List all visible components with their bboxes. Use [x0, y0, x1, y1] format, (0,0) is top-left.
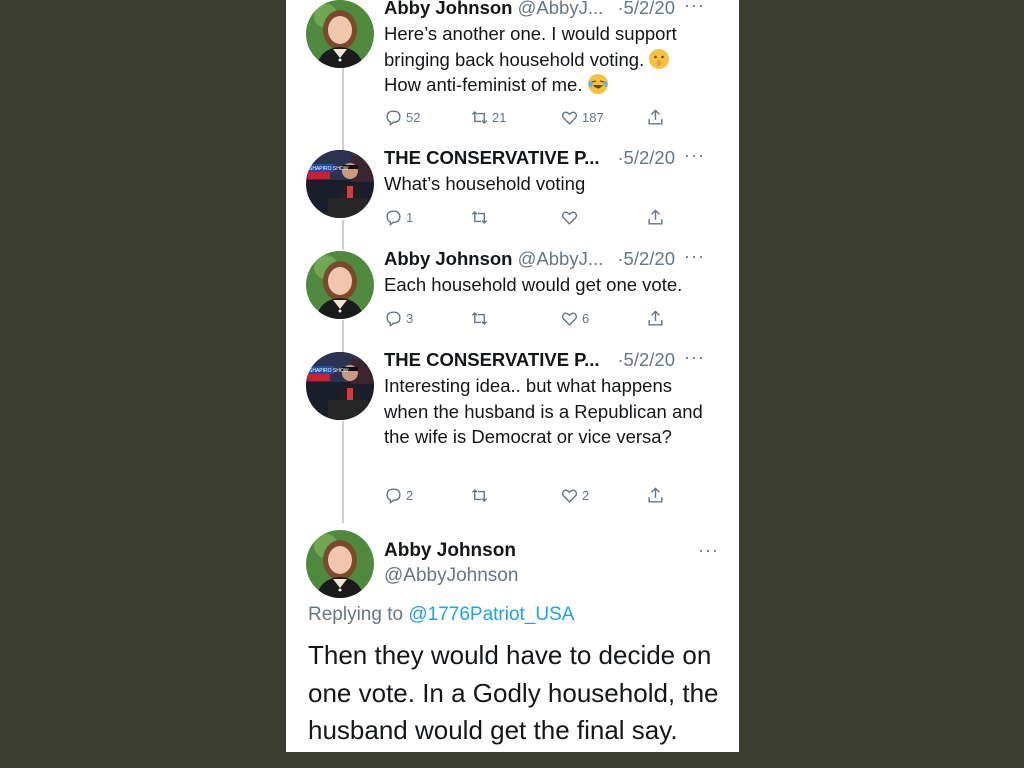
tweet-actions: 3 6	[384, 307, 674, 329]
tweet-date[interactable]: ·5/2/20	[617, 349, 675, 371]
reply-button[interactable]: 52	[384, 106, 420, 128]
share-button[interactable]	[646, 484, 668, 506]
retweet-count: 21	[492, 109, 507, 125]
tweet[interactable]: SHAPIRO SHOW THE CONSERVATIVE P... ·5/2/…	[286, 347, 739, 512]
author-name[interactable]: Abby Johnson	[384, 540, 516, 562]
tweet-text: Here’s another one. I would support brin…	[384, 21, 719, 98]
heart-icon	[561, 311, 578, 326]
like-count: 2	[582, 487, 590, 503]
main-tweet-text: Then they would have to decide on one vo…	[308, 640, 719, 745]
avatar[interactable]: SHAPIRO SHOW	[306, 352, 374, 420]
retweet-icon	[471, 210, 488, 224]
share-icon	[648, 208, 663, 225]
tweet[interactable]: SHAPIRO SHOW THE CONSERVATIVE P... ·5/2/…	[286, 145, 739, 240]
reply-icon	[386, 109, 401, 126]
avatar[interactable]	[306, 530, 374, 598]
avatar[interactable]	[306, 0, 374, 68]
tweet-text: What’s household voting	[384, 173, 586, 194]
reply-button[interactable]: 2	[384, 484, 413, 506]
author-name[interactable]: THE CONSERVATIVE P...	[384, 349, 600, 370]
reply-icon	[386, 209, 401, 226]
reply-button[interactable]: 3	[384, 307, 413, 329]
shapiro-show-avatar-icon: SHAPIRO SHOW	[306, 150, 374, 218]
tweet-actions: 1	[384, 206, 674, 228]
share-icon	[648, 309, 663, 326]
tweet-header: THE CONSERVATIVE P... ·5/2/20 ···	[384, 347, 725, 371]
tweet-actions: 2 2	[384, 484, 674, 506]
more-options-icon[interactable]: ···	[684, 145, 705, 166]
woman-portrait-avatar-icon	[306, 251, 374, 319]
reply-count: 52	[406, 109, 421, 125]
tweet-date[interactable]: ·5/2/20	[617, 147, 675, 169]
retweet-icon	[471, 110, 488, 124]
author-handle[interactable]: @AbbyJ...	[518, 248, 604, 269]
retweet-icon	[471, 311, 488, 325]
share-icon	[648, 486, 663, 503]
tweet-text: Interesting idea.. but what happens when…	[384, 375, 703, 447]
replying-label: Replying to	[308, 604, 409, 625]
share-button[interactable]	[646, 206, 668, 228]
tweet-date[interactable]: ·5/2/20	[617, 248, 675, 270]
heart-icon	[561, 110, 578, 125]
svg-text:SHAPIRO SHOW: SHAPIRO SHOW	[309, 166, 349, 172]
woman-portrait-avatar-icon	[306, 530, 374, 598]
reply-count: 1	[406, 209, 414, 225]
reply-button[interactable]: 1	[384, 206, 413, 228]
like-button[interactable]	[560, 206, 582, 228]
like-button[interactable]: 187	[560, 106, 604, 128]
heart-icon	[561, 210, 578, 225]
tweet-header: Abby Johnson @AbbyJ... ·5/2/20 ···	[384, 0, 725, 19]
author-name[interactable]: THE CONSERVATIVE P...	[384, 147, 600, 168]
retweet-button[interactable]	[470, 484, 492, 506]
heart-icon	[561, 488, 578, 503]
reply-count: 2	[406, 487, 414, 503]
avatar[interactable]	[306, 251, 374, 319]
replying-to: Replying to @1776Patriot_USA	[308, 604, 574, 626]
avatar[interactable]: SHAPIRO SHOW	[306, 150, 374, 218]
retweet-button[interactable]	[470, 307, 492, 329]
replying-to-link[interactable]: @1776Patriot_USA	[408, 604, 574, 625]
more-options-icon[interactable]: ···	[684, 0, 705, 16]
tweet-header: THE CONSERVATIVE P... ·5/2/20 ···	[384, 145, 725, 169]
tweet-text-part: How anti-feminist of me.	[384, 74, 588, 95]
reply-icon	[386, 487, 401, 504]
twitter-thread-panel: Abby Johnson @AbbyJ... ·5/2/20 ··· Here’…	[286, 0, 739, 752]
woman-portrait-avatar-icon	[306, 0, 374, 68]
tweet[interactable]: Abby Johnson @AbbyJ... ·5/2/20 ··· Here’…	[286, 0, 739, 140]
like-count: 6	[582, 310, 590, 326]
share-button[interactable]	[646, 307, 668, 329]
share-button[interactable]	[646, 106, 668, 128]
svg-text:SHAPIRO SHOW: SHAPIRO SHOW	[309, 368, 349, 374]
author-name[interactable]: Abby Johnson	[384, 248, 512, 269]
reply-count: 3	[406, 310, 414, 326]
tweet-actions: 52 21 187	[384, 106, 674, 128]
tweet-text: Each household would get one vote.	[384, 274, 683, 295]
like-count: 187	[582, 109, 604, 125]
tweet[interactable]: Abby Johnson @AbbyJ... ·5/2/20 ··· Each …	[286, 246, 739, 341]
reply-icon	[386, 310, 401, 327]
author-handle[interactable]: @AbbyJ...	[518, 0, 604, 18]
like-button[interactable]: 6	[560, 307, 589, 329]
retweet-button[interactable]	[470, 206, 492, 228]
retweet-button[interactable]: 21	[470, 106, 506, 128]
retweet-icon	[471, 488, 488, 502]
share-icon	[648, 108, 663, 125]
author-name[interactable]: Abby Johnson	[384, 0, 512, 18]
tweet-header: Abby Johnson @AbbyJ... ·5/2/20 ···	[384, 246, 725, 270]
tweet-text-part: Here’s another one. I would support brin…	[384, 23, 677, 70]
like-button[interactable]: 2	[560, 484, 589, 506]
shapiro-show-avatar-icon: SHAPIRO SHOW	[306, 352, 374, 420]
laughing-tears-emoji-icon	[587, 74, 608, 94]
more-options-icon[interactable]: ···	[698, 540, 719, 561]
shushing-face-emoji-icon	[649, 48, 670, 69]
author-handle[interactable]: @AbbyJohnson	[384, 565, 518, 587]
more-options-icon[interactable]: ···	[684, 347, 705, 368]
tweet-date[interactable]: ·5/2/20	[617, 0, 675, 19]
more-options-icon[interactable]: ···	[684, 246, 705, 267]
